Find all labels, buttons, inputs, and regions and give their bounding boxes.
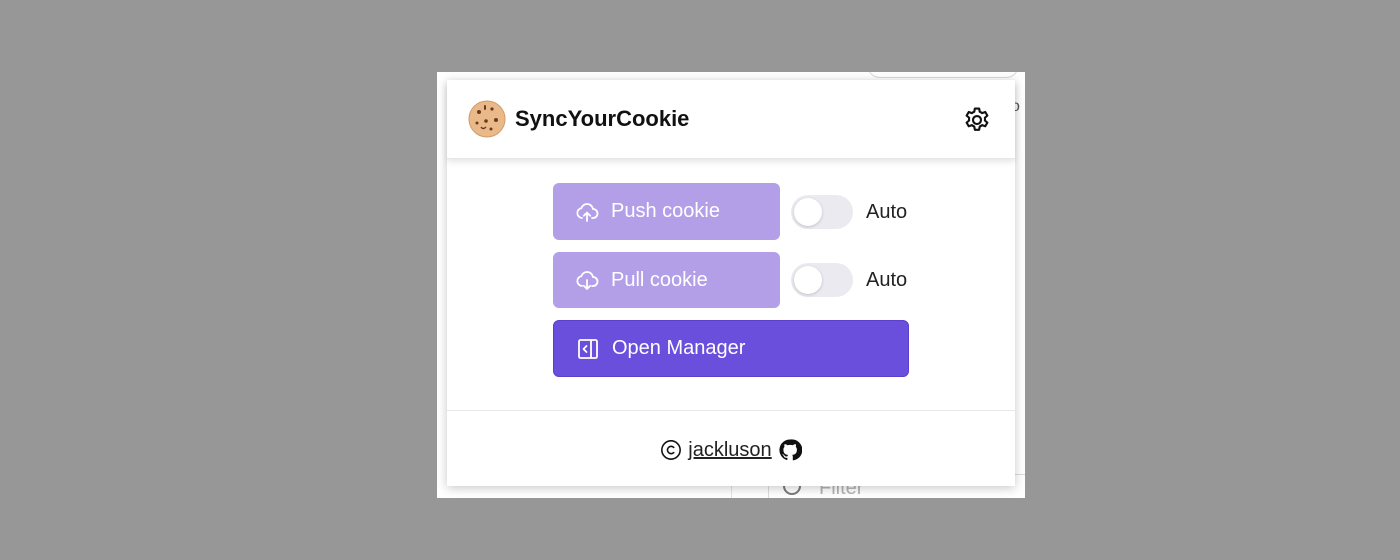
toggle-knob [794,266,822,294]
author-link[interactable]: jackluson [688,439,771,462]
pull-cookie-button[interactable]: Pull cookie [553,252,780,308]
copyright-icon [661,440,682,460]
open-manager-button[interactable]: Open Manager [553,320,909,377]
cloud-upload-icon [576,202,599,222]
extension-popup: SyncYourCookie Push cookie Auto Pull coo… [447,80,1015,486]
footer-divider [447,410,1015,411]
app-title: SyncYourCookie [515,106,690,131]
pull-auto-label: Auto [866,269,908,291]
popup-footer: jackluson [447,435,1015,465]
pull-auto-toggle[interactable] [791,263,853,297]
side-panel-icon [578,338,598,359]
popup-header: SyncYourCookie [447,80,1015,159]
push-auto-label: Auto [866,201,908,223]
pull-cookie-label: Pull cookie [611,268,708,291]
push-cookie-label: Push cookie [611,200,720,222]
toggle-knob [794,198,822,226]
open-manager-label: Open Manager [612,337,746,359]
cloud-download-icon [576,271,599,290]
cookie-icon [468,100,506,138]
github-icon[interactable] [778,438,802,462]
gear-icon[interactable] [962,105,992,135]
background-tab [867,72,1019,78]
push-cookie-button[interactable]: Push cookie [553,183,780,240]
push-auto-toggle[interactable] [791,195,853,229]
